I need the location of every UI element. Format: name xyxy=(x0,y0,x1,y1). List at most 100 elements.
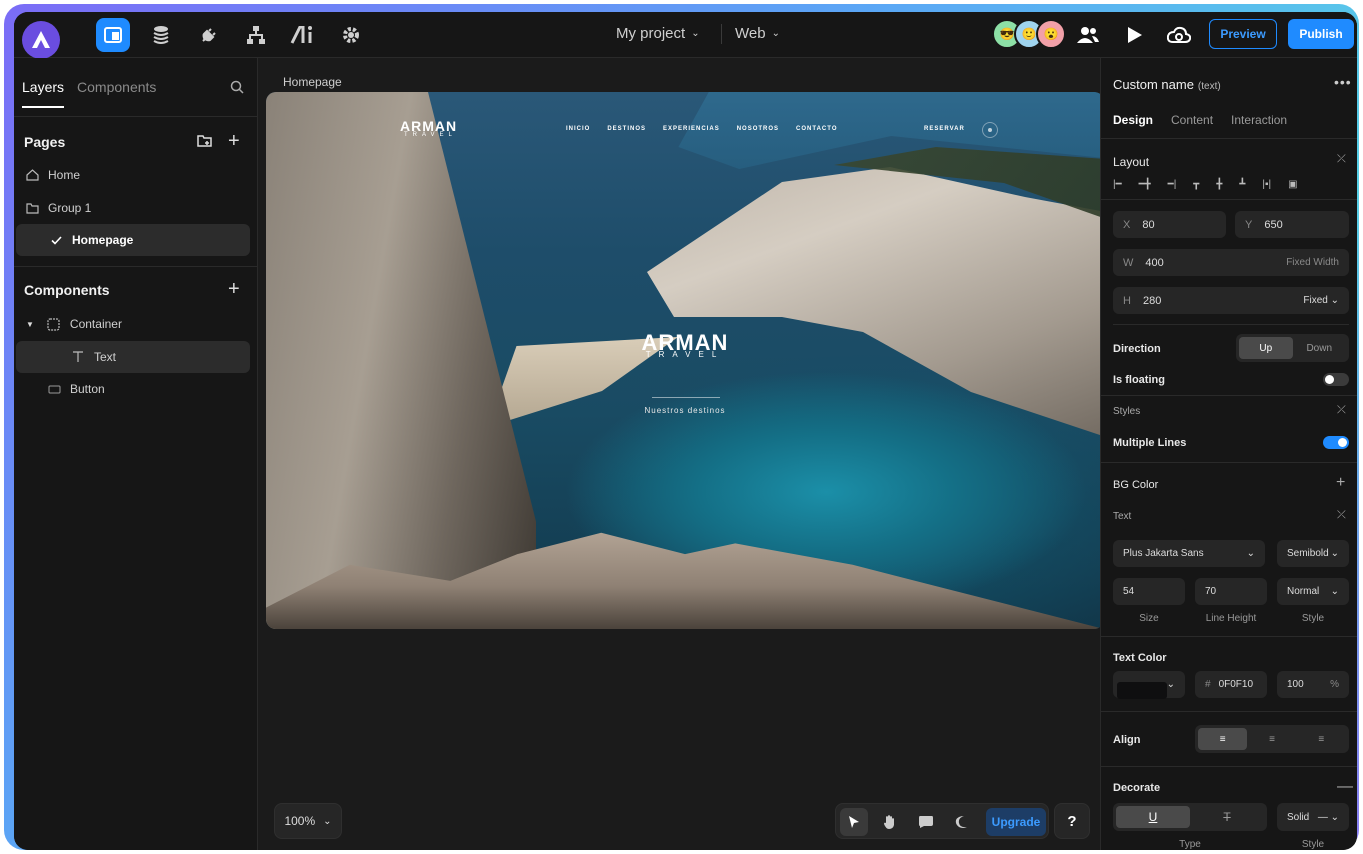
text-decoration-toggle[interactable]: U T xyxy=(1113,803,1267,831)
site-nav-item[interactable]: INICIO xyxy=(566,126,590,132)
tab-layers[interactable]: Layers xyxy=(22,79,65,108)
align-center-v-icon[interactable]: ╋ xyxy=(1216,179,1222,190)
multiple-lines-toggle[interactable] xyxy=(1323,436,1349,449)
decoration-style-select[interactable]: Solid — ⌄ xyxy=(1277,803,1349,831)
strikethrough-icon[interactable]: T xyxy=(1190,806,1264,828)
collapse-icon[interactable]: ⤫ xyxy=(1337,153,1346,166)
font-style-select[interactable]: Normal ⌄ xyxy=(1277,578,1349,605)
page-item-homepage[interactable]: Homepage xyxy=(16,224,250,256)
y-field[interactable]: Y 650 xyxy=(1235,211,1349,238)
hand-tool-icon[interactable] xyxy=(876,808,904,836)
artboard-preview[interactable]: ARMAN TRAVEL INICIO DESTINOS EXPERIENCIA… xyxy=(266,92,1104,629)
home-icon xyxy=(24,167,40,183)
zoom-selector[interactable]: 100% ⌄ xyxy=(274,803,342,839)
font-family-select[interactable]: Plus Jakarta Sans ⌄ xyxy=(1113,540,1265,567)
cloud-sync-icon[interactable] xyxy=(1162,18,1196,52)
tab-interaction[interactable]: Interaction xyxy=(1231,113,1287,127)
height-field[interactable]: H 280 Fixed ⌄ xyxy=(1113,287,1349,314)
font-size-field[interactable]: 54 xyxy=(1113,578,1185,605)
site-nav-item[interactable]: NOSOTROS xyxy=(737,126,779,132)
layer-item-text[interactable]: Text xyxy=(16,341,250,373)
size-caption: Size xyxy=(1139,613,1159,624)
font-size-value: 54 xyxy=(1123,586,1135,597)
text-align-right-icon[interactable]: ≡ xyxy=(1297,728,1346,750)
direction-up[interactable]: Up xyxy=(1239,337,1293,359)
underline-icon[interactable]: U xyxy=(1116,806,1190,828)
site-menu-dot-icon[interactable] xyxy=(982,122,998,138)
x-field[interactable]: X 80 xyxy=(1113,211,1226,238)
caret-down-icon[interactable]: ▼ xyxy=(26,320,34,329)
alignment-tools: |━ ━╋ ━| ┳ ╋ ┻ |▪| ▣ xyxy=(1113,179,1298,190)
search-icon[interactable] xyxy=(230,80,244,99)
pages-title: Pages xyxy=(24,134,66,150)
publish-button[interactable]: Publish xyxy=(1288,19,1354,49)
line-height-field[interactable]: 70 xyxy=(1195,578,1267,605)
height-mode[interactable]: Fixed ⌄ xyxy=(1303,295,1339,306)
add-folder-icon[interactable] xyxy=(197,134,213,153)
project-selector[interactable]: My project ⌄ xyxy=(616,25,700,42)
avatar[interactable]: 😮 xyxy=(1036,19,1066,49)
platform-selector[interactable]: Web ⌄ xyxy=(735,25,780,42)
site-nav-item[interactable]: DESTINOS xyxy=(607,126,646,132)
direction-toggle[interactable]: Up Down xyxy=(1236,334,1349,362)
layer-item-container[interactable]: ▼ Container xyxy=(16,308,250,340)
users-icon[interactable] xyxy=(1071,18,1105,52)
collapse-minus-icon[interactable]: — xyxy=(1337,778,1353,796)
preview-button[interactable]: Preview xyxy=(1209,19,1277,49)
add-page-icon[interactable]: + xyxy=(228,130,240,153)
cursor-tool-icon[interactable] xyxy=(840,808,868,836)
more-options-icon[interactable]: ••• xyxy=(1334,74,1352,90)
font-weight-value: Semibold xyxy=(1287,548,1329,559)
collapse-icon[interactable]: ⤫ xyxy=(1337,509,1346,522)
divider xyxy=(1101,395,1357,396)
distribute-v-icon[interactable]: ▣ xyxy=(1288,179,1297,190)
opacity-field[interactable]: 100% xyxy=(1277,671,1349,698)
page-item-home[interactable]: Home xyxy=(16,159,250,191)
settings-gear-icon[interactable] xyxy=(334,18,368,52)
collaborator-avatars[interactable]: 😎 🙂 😮 xyxy=(992,19,1066,49)
pages-icon[interactable] xyxy=(96,18,130,52)
divider xyxy=(1101,199,1357,200)
distribute-h-icon[interactable]: |▪| xyxy=(1262,179,1271,190)
align-top-icon[interactable]: ┳ xyxy=(1193,179,1199,190)
text-align-left-icon[interactable]: ≡ xyxy=(1198,728,1248,750)
hex-field[interactable]: #0F0F10 xyxy=(1195,671,1267,698)
sitemap-icon[interactable] xyxy=(239,18,273,52)
direction-down[interactable]: Down xyxy=(1293,337,1347,359)
comment-tool-icon[interactable] xyxy=(912,808,940,836)
selection-name[interactable]: Custom name (text) xyxy=(1113,77,1221,92)
add-bg-color-icon[interactable]: + xyxy=(1336,474,1345,492)
dark-mode-moon-icon[interactable] xyxy=(948,808,976,836)
site-reserve-link[interactable]: RESERVAR xyxy=(924,126,965,132)
floating-toggle[interactable] xyxy=(1323,373,1349,386)
tab-content[interactable]: Content xyxy=(1171,113,1213,127)
site-nav-item[interactable]: CONTACTO xyxy=(796,126,837,132)
align-bottom-icon[interactable]: ┻ xyxy=(1239,179,1245,190)
layer-item-button[interactable]: Button xyxy=(16,373,250,405)
help-button[interactable]: ? xyxy=(1054,803,1090,839)
text-align-toggle[interactable]: ≡ ≡ ≡ xyxy=(1195,725,1349,753)
width-mode[interactable]: Fixed Width xyxy=(1286,257,1339,268)
hero-cta-link[interactable]: Nuestros destinos xyxy=(266,406,1104,415)
font-weight-select[interactable]: Semibold ⌄ xyxy=(1277,540,1349,567)
tab-design[interactable]: Design xyxy=(1113,113,1153,127)
align-right-icon[interactable]: ━| xyxy=(1168,179,1177,190)
page-item-group[interactable]: Group 1 xyxy=(16,192,250,224)
database-icon[interactable] xyxy=(144,18,178,52)
tab-components[interactable]: Components xyxy=(77,79,156,108)
ai-icon[interactable] xyxy=(287,18,321,52)
play-icon[interactable] xyxy=(1118,18,1152,52)
plug-icon[interactable] xyxy=(192,18,226,52)
width-field[interactable]: W 400 Fixed Width xyxy=(1113,249,1349,276)
upgrade-button[interactable]: Upgrade xyxy=(986,808,1046,836)
bg-color-label: BG Color xyxy=(1113,479,1159,491)
color-swatch[interactable] xyxy=(1117,682,1167,699)
app-logo-icon[interactable] xyxy=(22,21,60,59)
site-nav-item[interactable]: EXPERIENCIAS xyxy=(663,126,720,132)
align-center-h-icon[interactable]: ━╋ xyxy=(1139,179,1151,190)
collapse-icon[interactable]: ⤫ xyxy=(1337,404,1346,417)
add-component-icon[interactable]: + xyxy=(228,278,240,301)
text-align-center-icon[interactable]: ≡ xyxy=(1247,728,1296,750)
artboard-label[interactable]: Homepage xyxy=(283,75,342,89)
align-left-icon[interactable]: |━ xyxy=(1113,179,1122,190)
